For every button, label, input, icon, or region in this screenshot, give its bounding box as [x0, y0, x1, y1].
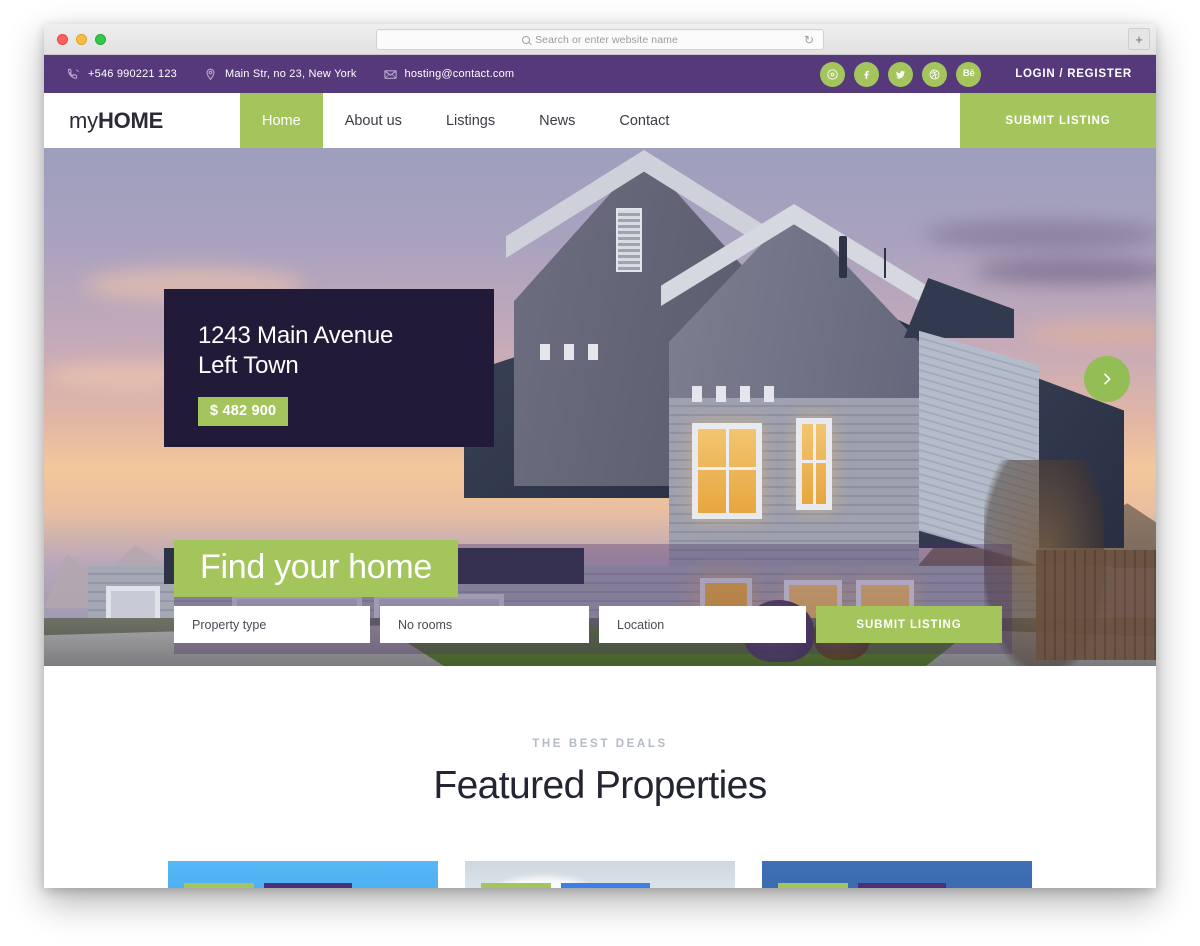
close-window-button[interactable] — [57, 33, 68, 45]
contact-phone-text: +546 990221 123 — [88, 68, 177, 80]
section-eyebrow: THE BEST DEALS — [532, 738, 668, 750]
page-viewport: +546 990221 123 Main Str, no 23, New Yor… — [44, 55, 1156, 888]
contact-email[interactable]: hosting@contact.com — [383, 67, 515, 82]
dribbble-icon[interactable] — [922, 61, 948, 87]
status-badge-type: HOUSE — [481, 883, 551, 888]
contact-email-text: hosting@contact.com — [404, 68, 515, 80]
property-badges: HOUSE FOR RENT — [481, 883, 651, 888]
reload-icon[interactable]: ↻ — [804, 34, 814, 47]
window-controls — [57, 33, 106, 45]
behance-icon[interactable]: Bē — [956, 61, 982, 87]
property-card-grid: HOUSE FOR SALE HOUSE FOR RENT HOUSE — [44, 861, 1156, 888]
hero-listing-card[interactable]: 1243 Main Avenue Left Town $ 482 900 — [164, 289, 494, 447]
search-form: Property type No rooms Location SUBMIT L… — [174, 606, 1012, 643]
browser-window: Search or enter website name ↻ + +546 99… — [44, 24, 1156, 888]
twitter-icon[interactable] — [888, 61, 914, 87]
corbel — [540, 344, 550, 360]
corbel — [740, 386, 750, 402]
nav-item-listings[interactable]: Listings — [424, 93, 517, 148]
property-card[interactable]: HOUSE FOR SALE — [168, 861, 438, 888]
location-input[interactable]: Location — [599, 606, 806, 643]
login-register-link[interactable]: LOGIN / REGISTER — [1015, 68, 1132, 80]
facebook-icon[interactable] — [854, 61, 880, 87]
property-badges: HOUSE FOR SALE — [778, 883, 947, 888]
fence — [1036, 550, 1156, 660]
phone-icon — [66, 67, 81, 82]
top-info-bar: +546 990221 123 Main Str, no 23, New Yor… — [44, 55, 1156, 93]
antenna — [884, 248, 886, 278]
no-rooms-select[interactable]: No rooms — [380, 606, 589, 643]
minimize-window-button[interactable] — [76, 33, 87, 45]
nav-item-about-us[interactable]: About us — [323, 93, 424, 148]
address-bar[interactable]: Search or enter website name ↻ — [376, 29, 824, 50]
hero-slider: 1243 Main Avenue Left Town $ 482 900 Fin… — [44, 148, 1156, 666]
lit-window — [796, 418, 832, 510]
hero-listing-title: 1243 Main Avenue Left Town — [198, 322, 394, 379]
attic-vent — [616, 208, 642, 272]
browser-chrome: Search or enter website name ↻ + — [44, 24, 1156, 55]
hero-headline: Find your home — [174, 540, 459, 597]
pinterest-icon[interactable] — [820, 61, 846, 87]
maximize-window-button[interactable] — [95, 33, 106, 45]
property-card[interactable]: HOUSE FOR SALE — [762, 861, 1032, 888]
property-type-select[interactable]: Property type — [174, 606, 370, 643]
corbel — [692, 386, 702, 402]
contact-phone[interactable]: +546 990221 123 — [66, 67, 177, 82]
corbel — [716, 386, 726, 402]
envelope-icon — [383, 67, 398, 82]
topbar-right-group: Bē LOGIN / REGISTER — [811, 61, 1132, 87]
status-badge-status: FOR RENT — [560, 883, 651, 888]
search-icon — [522, 35, 531, 44]
logo-text-light: my — [69, 107, 98, 133]
main-navbar: my HOME Home About us Listings News Conta… — [44, 93, 1156, 148]
property-card[interactable]: HOUSE FOR RENT — [465, 861, 735, 888]
nav-item-home[interactable]: Home — [240, 93, 323, 148]
nav-item-contact[interactable]: Contact — [597, 93, 691, 148]
featured-properties-section: THE BEST DEALS Featured Properties HOUSE… — [44, 666, 1156, 888]
page-title: Featured Properties — [433, 764, 767, 807]
status-badge-type: HOUSE — [184, 883, 254, 888]
behance-glyph: Bē — [962, 68, 975, 80]
status-badge-status: FOR SALE — [857, 883, 947, 888]
contact-address-text: Main Str, no 23, New York — [224, 68, 357, 80]
map-pin-icon — [203, 67, 218, 82]
primary-navigation: Home About us Listings News Contact — [240, 93, 691, 148]
hero-listing-price: $ 482 900 — [198, 396, 289, 426]
location-placeholder: Location — [617, 617, 665, 632]
chevron-right-icon — [1104, 373, 1111, 385]
new-tab-label: + — [1135, 31, 1143, 47]
chimney — [839, 236, 847, 278]
hero-search-band: Find your home Property type No rooms Lo… — [174, 540, 1012, 643]
corbel — [588, 344, 598, 360]
contact-address[interactable]: Main Str, no 23, New York — [203, 67, 357, 82]
new-tab-button[interactable]: + — [1128, 28, 1150, 50]
address-bar-placeholder: Search or enter website name — [535, 33, 678, 46]
property-badges: HOUSE FOR SALE — [184, 883, 353, 888]
logo-text-bold: HOME — [97, 107, 164, 133]
nav-item-news[interactable]: News — [517, 93, 597, 148]
contact-info-group: +546 990221 123 Main Str, no 23, New Yor… — [66, 67, 540, 82]
corbel — [764, 386, 774, 402]
submit-listing-button-hero[interactable]: SUBMIT LISTING — [816, 606, 1002, 643]
site-logo[interactable]: my HOME — [44, 93, 240, 148]
property-type-placeholder: Property type — [192, 617, 267, 632]
lit-window — [692, 423, 762, 519]
corbel — [564, 344, 574, 360]
slider-next-button[interactable] — [1084, 356, 1130, 402]
status-badge-status: FOR SALE — [263, 883, 353, 888]
submit-listing-button-nav[interactable]: SUBMIT LISTING — [960, 93, 1156, 148]
status-badge-type: HOUSE — [778, 883, 848, 888]
no-rooms-placeholder: No rooms — [398, 617, 453, 632]
